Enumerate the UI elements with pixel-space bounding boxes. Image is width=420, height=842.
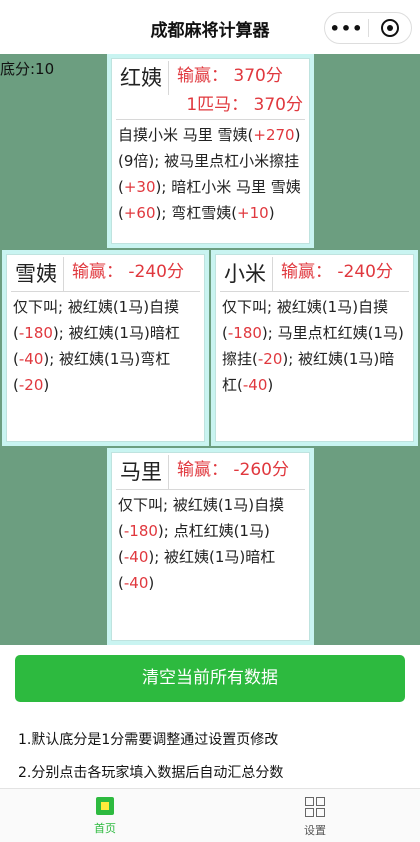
player-card-inner: 雪姨 输赢： -240分 仅下叫; 被红姨(1马)自摸(-180); 被红姨(1… xyxy=(6,254,205,442)
tab-settings-label: 设置 xyxy=(304,824,326,837)
player-card-top[interactable]: 红姨 输赢： 370分 1匹马： 370分 自摸小米 马里 雪姨(+270)(9… xyxy=(107,54,314,248)
player-score: 输赢： 370分 xyxy=(177,66,283,86)
chip-icon xyxy=(96,797,114,815)
player-name: 马里 xyxy=(116,455,169,489)
score-delta: -20 xyxy=(257,350,283,368)
close-target-icon[interactable] xyxy=(369,19,411,37)
tab-bar: 首页 设置 xyxy=(0,788,420,842)
player-header: 马里 输赢： -260分 xyxy=(116,455,305,490)
log-text: ) xyxy=(268,204,275,222)
log-text: ); 弯杠雪姨( xyxy=(155,204,238,222)
tip-line-2: 2.分别点击各玩家填入数据后自动汇总分数 xyxy=(18,765,284,781)
player-header: 小米 输赢： -240分 xyxy=(220,257,409,292)
score-delta: +60 xyxy=(123,204,156,222)
score-delta: -40 xyxy=(123,574,149,592)
tab-home-label: 首页 xyxy=(94,822,116,835)
player-score: 输赢： -240分 xyxy=(72,262,184,282)
player-name: 雪姨 xyxy=(11,257,64,291)
tip-line-1: 1.默认底分是1分需要调整通过设置页修改 xyxy=(18,732,279,748)
log-text: 自摸小米 马里 雪姨( xyxy=(118,126,254,144)
player-log: 仅下叫; 被红姨(1马)自摸(-180); 点杠红姨(1马)(-40); 被红姨… xyxy=(116,490,305,596)
log-text: ) xyxy=(148,574,155,592)
player-score: 输赢： -240分 xyxy=(281,262,393,282)
player-card-right[interactable]: 小米 输赢： -240分 仅下叫; 被红姨(1马)自摸(-180); 马里点杠红… xyxy=(211,250,418,446)
tab-settings[interactable]: 设置 xyxy=(210,789,420,842)
player-log: 仅下叫; 被红姨(1马)自摸(-180); 马里点杠红姨(1马)擦挂(-20);… xyxy=(220,292,409,398)
player-score-box: 输赢： -260分 xyxy=(169,455,305,485)
player-card-inner: 小米 输赢： -240分 仅下叫; 被红姨(1马)自摸(-180); 马里点杠红… xyxy=(215,254,414,442)
log-text: ) xyxy=(267,376,274,394)
player-score-box: 输赢： 370分 1匹马： 370分 xyxy=(169,61,305,119)
player-score-box: 输赢： -240分 xyxy=(273,257,409,287)
more-dots-icon[interactable]: ••• xyxy=(325,19,368,38)
player-name: 小米 xyxy=(220,257,273,291)
score-delta: -40 xyxy=(18,350,44,368)
score-delta: -180 xyxy=(123,522,158,540)
tab-home[interactable]: 首页 xyxy=(0,789,210,842)
score-delta: +10 xyxy=(237,204,269,222)
player-horse-score: 1匹马： 370分 xyxy=(186,95,303,115)
score-delta: -180 xyxy=(18,324,53,342)
player-header: 红姨 输赢： 370分 1匹马： 370分 xyxy=(116,61,305,120)
score-delta: -20 xyxy=(18,376,44,394)
log-text: ) xyxy=(43,376,50,394)
player-card-bottom[interactable]: 马里 输赢： -260分 仅下叫; 被红姨(1马)自摸(-180); 点杠红姨(… xyxy=(107,448,314,645)
player-log: 仅下叫; 被红姨(1马)自摸(-180); 被红姨(1马)暗杠(-40); 被红… xyxy=(11,292,200,398)
clear-all-data-button[interactable]: 清空当前所有数据 xyxy=(15,655,405,702)
player-score: 输赢： -260分 xyxy=(177,460,289,480)
score-delta: +270 xyxy=(253,126,295,144)
player-card-left[interactable]: 雪姨 输赢： -240分 仅下叫; 被红姨(1马)自摸(-180); 被红姨(1… xyxy=(2,250,209,446)
player-header: 雪姨 输赢： -240分 xyxy=(11,257,200,292)
score-delta: +30 xyxy=(123,178,156,196)
player-score-box: 输赢： -240分 xyxy=(64,257,200,287)
player-log: 自摸小米 马里 雪姨(+270)(9倍); 被马里点杠小米擦挂(+30); 暗杠… xyxy=(116,120,305,226)
player-card-inner: 马里 输赢： -260分 仅下叫; 被红姨(1马)自摸(-180); 点杠红姨(… xyxy=(111,452,310,641)
score-delta: -180 xyxy=(227,324,262,342)
grid-icon xyxy=(305,797,325,817)
mini-program-capsule: ••• xyxy=(324,12,412,44)
score-delta: -40 xyxy=(242,376,268,394)
navigation-bar: 成都麻将计算器 ••• xyxy=(0,0,420,54)
player-name: 红姨 xyxy=(116,61,169,95)
base-score-label: 底分:10 xyxy=(0,60,55,78)
player-card-inner: 红姨 输赢： 370分 1匹马： 370分 自摸小米 马里 雪姨(+270)(9… xyxy=(111,58,310,244)
score-delta: -40 xyxy=(123,548,149,566)
